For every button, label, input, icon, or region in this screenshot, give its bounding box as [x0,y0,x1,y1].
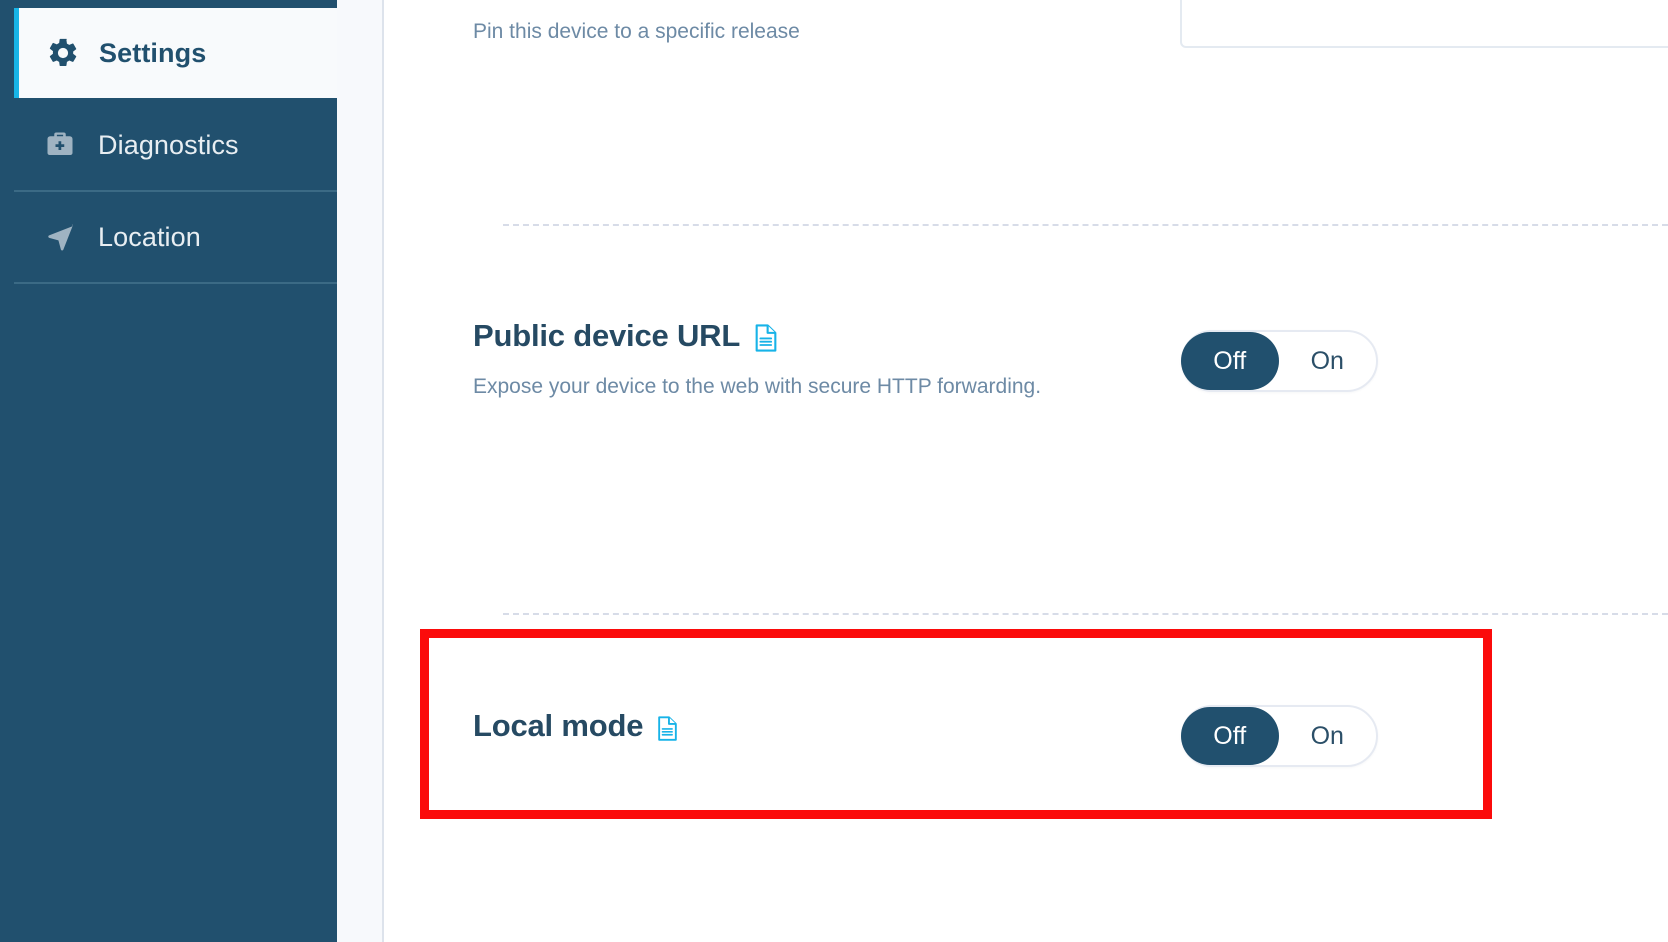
local-mode-heading: Local mode [473,708,678,744]
sidebar-top-strip [0,0,337,8]
public-device-url-description: Expose your device to the web with secur… [473,375,1042,398]
sidebar-divider [14,282,337,284]
section-title-text: Local mode [473,708,644,743]
pin-release-label: Pin this device to a specific release [473,20,800,43]
document-icon[interactable] [657,715,678,741]
document-icon[interactable] [754,324,778,352]
toggle-option-on[interactable]: On [1279,332,1377,390]
public-device-url-heading: Public device URL [473,318,778,354]
sidebar-item-label: Settings [99,37,207,68]
navigation-arrow-icon [45,222,89,253]
gear-icon [46,36,90,70]
toggle-option-off[interactable]: Off [1181,332,1279,390]
section-title-text: Public device URL [473,318,741,353]
settings-content-panel: Pin this device to a specific release tr… [384,0,1668,942]
section-divider [503,224,1668,226]
toggle-option-off[interactable]: Off [1181,707,1279,765]
sidebar-item-location[interactable]: Location [14,192,337,282]
local-mode-toggle[interactable]: Off On [1181,705,1378,767]
medkit-icon [45,130,89,160]
public-device-url-toggle[interactable]: Off On [1181,330,1378,392]
sidebar-item-label: Diagnostics [98,129,239,160]
release-select[interactable]: track latest [1180,0,1668,48]
content-gutter [337,0,383,942]
sidebar-item-settings[interactable]: Settings [14,8,337,98]
sidebar-item-label: Location [98,221,201,252]
toggle-option-on[interactable]: On [1279,707,1377,765]
sidebar: Settings Diagnostics Location [0,0,337,942]
section-divider [503,613,1668,615]
sidebar-item-diagnostics[interactable]: Diagnostics [14,100,337,190]
